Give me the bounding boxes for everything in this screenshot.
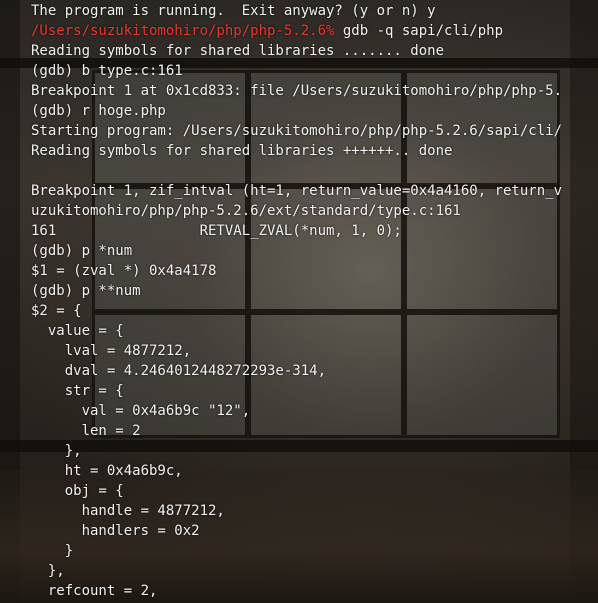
terminal-line: (gdb) b type.c:161 — [31, 61, 598, 81]
terminal-line-text: val = 0x4a6b9c "12", — [31, 403, 251, 419]
terminal-line: handle = 4877212, — [31, 501, 598, 521]
terminal-line-text: (gdb) r hoge.php — [31, 103, 166, 119]
terminal-line: (gdb) r hoge.php — [31, 101, 598, 121]
terminal-line-text: ht = 0x4a6b9c, — [31, 463, 183, 479]
terminal-line: dval = 4.2464012448272293e-314, — [31, 361, 598, 381]
terminal-line-text: handle = 4877212, — [31, 503, 225, 519]
terminal-line-text: obj = { — [31, 483, 124, 499]
terminal-line: Starting program: /Users/suzukitomohiro/… — [31, 121, 598, 141]
shell-prompt: /Users/suzukitomohiro/php/php-5.2.6% — [31, 23, 335, 39]
terminal-line: Reading symbols for shared libraries +++… — [31, 141, 598, 161]
terminal-line-text: (gdb) p *num — [31, 243, 133, 259]
terminal-line: $2 = { — [31, 301, 598, 321]
terminal-line-text: 161 RETVAL_ZVAL(*num, 1, 0); — [31, 223, 402, 239]
terminal-line-text: lval = 4877212, — [31, 343, 192, 359]
terminal-line: uzukitomohiro/php/php-5.2.6/ext/standard… — [31, 201, 598, 221]
terminal-line-text: Breakpoint 1, zif_intval (ht=1, return_v… — [31, 183, 563, 199]
terminal-line-text: Reading symbols for shared libraries ...… — [31, 43, 445, 59]
terminal-line: ht = 0x4a6b9c, — [31, 461, 598, 481]
terminal-line-text: Starting program: /Users/suzukitomohiro/… — [31, 123, 563, 139]
terminal-line-text: len = 2 — [31, 423, 141, 439]
terminal-line: obj = { — [31, 481, 598, 501]
terminal-line: str = { — [31, 381, 598, 401]
terminal-line-text: $2 = { — [31, 303, 82, 319]
terminal-line-text: str = { — [31, 383, 124, 399]
terminal-line: Breakpoint 1 at 0x1cd833: file /Users/su… — [31, 81, 598, 101]
terminal-line: lval = 4877212, — [31, 341, 598, 361]
terminal-line-text: refcount = 2, — [31, 583, 158, 599]
terminal-line: 161 RETVAL_ZVAL(*num, 1, 0); — [31, 221, 598, 241]
terminal-line: val = 0x4a6b9c "12", — [31, 401, 598, 421]
terminal-window[interactable]: The program is running. Exit anyway? (y … — [0, 0, 598, 603]
terminal-line: /Users/suzukitomohiro/php/php-5.2.6% gdb… — [31, 21, 598, 41]
terminal-line-text: }, — [31, 563, 65, 579]
terminal-line-text: The program is running. Exit anyway? (y … — [31, 3, 436, 19]
terminal-line: (gdb) p *num — [31, 241, 598, 261]
terminal-line: }, — [31, 441, 598, 461]
terminal-line: len = 2 — [31, 421, 598, 441]
terminal-line-text: }, — [31, 443, 82, 459]
terminal-line: (gdb) p **num — [31, 281, 598, 301]
terminal-line-text: value = { — [31, 323, 124, 339]
terminal-line: } — [31, 541, 598, 561]
terminal-line-text: (gdb) b type.c:161 — [31, 63, 183, 79]
terminal-line-text: Breakpoint 1 at 0x1cd833: file /Users/su… — [31, 83, 563, 99]
terminal-line: value = { — [31, 321, 598, 341]
terminal-line-text: gdb -q sapi/cli/php — [334, 23, 504, 39]
terminal-output: The program is running. Exit anyway? (y … — [0, 0, 598, 601]
terminal-line-text: $1 = (zval *) 0x4a4178 — [31, 263, 217, 279]
terminal-line-text: dval = 4.2464012448272293e-314, — [31, 363, 327, 379]
terminal-line-text: handlers = 0x2 — [31, 523, 200, 539]
terminal-line-text: Reading symbols for shared libraries +++… — [31, 143, 453, 159]
terminal-line-text: uzukitomohiro/php/php-5.2.6/ext/standard… — [31, 203, 461, 219]
terminal-line: Breakpoint 1, zif_intval (ht=1, return_v… — [31, 181, 598, 201]
terminal-line: handlers = 0x2 — [31, 521, 598, 541]
terminal-line: Reading symbols for shared libraries ...… — [31, 41, 598, 61]
terminal-line: }, — [31, 561, 598, 581]
terminal-line-text: (gdb) p **num — [31, 283, 141, 299]
terminal-line: The program is running. Exit anyway? (y … — [31, 1, 598, 21]
terminal-line: refcount = 2, — [31, 581, 598, 601]
terminal-line: $1 = (zval *) 0x4a4178 — [31, 261, 598, 281]
terminal-line-text: } — [31, 543, 74, 559]
